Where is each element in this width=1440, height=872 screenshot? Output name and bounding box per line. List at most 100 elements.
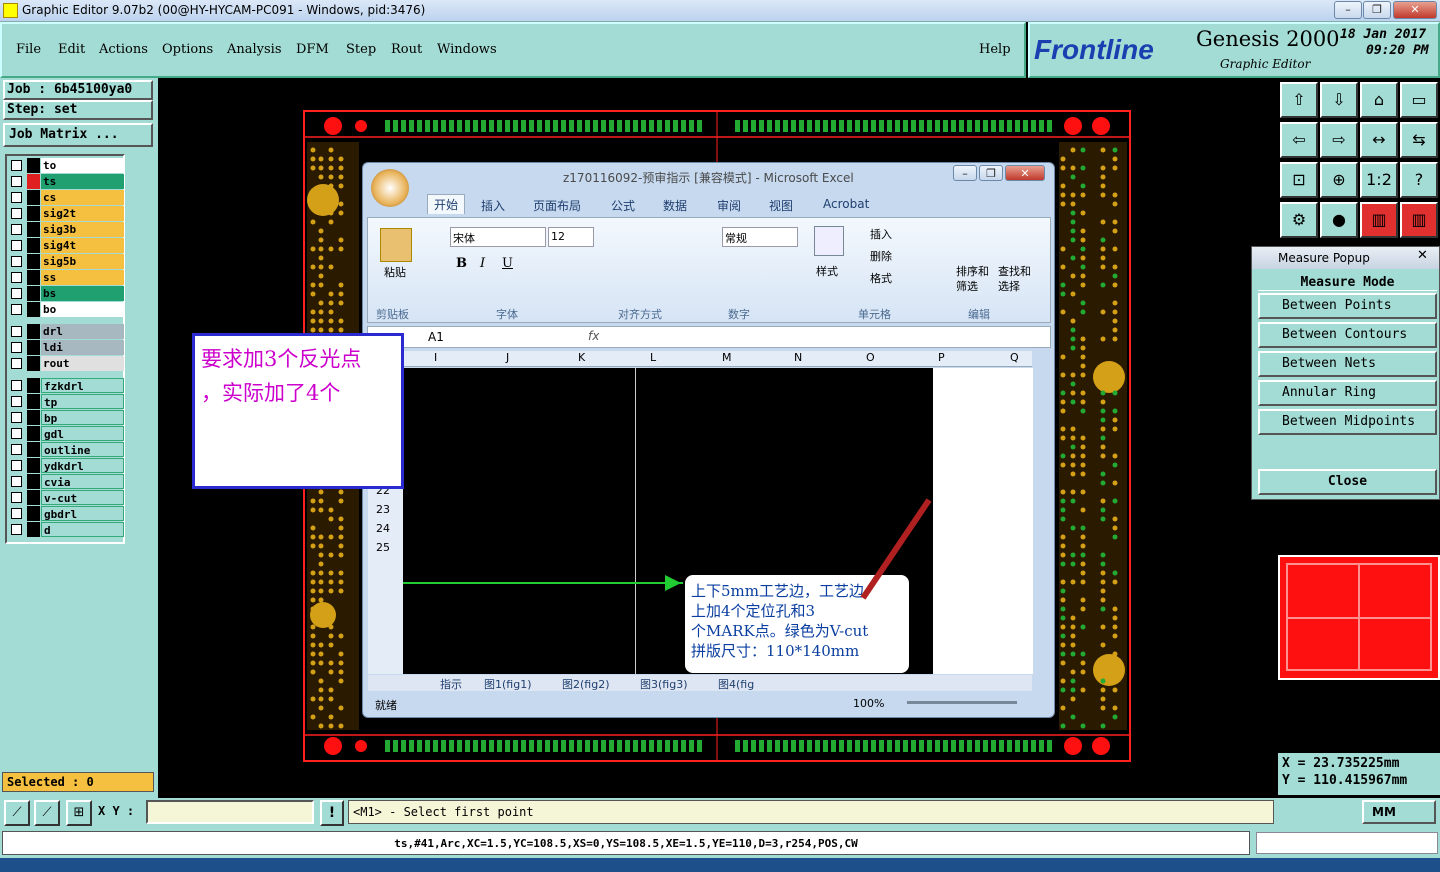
xy-input[interactable] bbox=[146, 800, 314, 824]
layer-checkbox[interactable] bbox=[11, 428, 22, 439]
toolbar-icon[interactable]: ⚙ bbox=[1280, 202, 1318, 238]
row-header[interactable]: 23 bbox=[376, 503, 390, 516]
find-select-button[interactable]: 查找和选择 bbox=[998, 264, 1034, 294]
layer-checkbox[interactable] bbox=[11, 460, 22, 471]
layer-checkbox[interactable] bbox=[11, 272, 22, 283]
sheet-tab[interactable]: 图1(fig1) bbox=[484, 676, 532, 692]
delete-cells-button[interactable]: 删除 bbox=[870, 248, 892, 264]
toolbar-icon[interactable]: ▥ bbox=[1400, 202, 1438, 238]
column-header[interactable]: L bbox=[650, 351, 656, 364]
zoom-slider[interactable] bbox=[907, 701, 1017, 704]
layer-row[interactable]: sig3b bbox=[9, 222, 124, 237]
layer-row[interactable]: gdl bbox=[9, 426, 124, 441]
row-header[interactable]: 25 bbox=[376, 541, 390, 554]
row-header[interactable]: 24 bbox=[376, 522, 390, 535]
paste-icon[interactable] bbox=[380, 228, 412, 262]
toolbar-icon[interactable]: ▭ bbox=[1400, 82, 1438, 118]
measure-option[interactable]: Between Contours bbox=[1258, 322, 1437, 348]
layer-row[interactable]: ts bbox=[9, 174, 124, 189]
insert-cells-button[interactable]: 插入 bbox=[870, 226, 892, 242]
sheet-grid[interactable] bbox=[933, 368, 1033, 674]
ribbon-tab[interactable]: 开始 bbox=[427, 194, 465, 214]
layer-row[interactable]: d bbox=[9, 522, 124, 537]
ribbon-tab[interactable]: 页面布局 bbox=[533, 197, 581, 214]
toolbar-icon[interactable]: ⊕ bbox=[1320, 162, 1358, 198]
toolbar-icon[interactable]: ▥ bbox=[1360, 202, 1398, 238]
ribbon-tab[interactable]: 插入 bbox=[481, 197, 505, 214]
sort-filter-button[interactable]: 排序和筛选 bbox=[956, 264, 992, 294]
layer-checkbox[interactable] bbox=[11, 288, 22, 299]
measure-option[interactable]: Annular Ring bbox=[1258, 380, 1437, 406]
measure-icon[interactable]: ⟋ bbox=[34, 800, 60, 826]
layer-row[interactable]: fzkdrl bbox=[9, 378, 124, 393]
layer-row[interactable]: bp bbox=[9, 410, 124, 425]
excel-restore-button[interactable]: ❐ bbox=[979, 165, 1003, 181]
layer-row[interactable]: tp bbox=[9, 394, 124, 409]
layer-row[interactable]: ss bbox=[9, 270, 124, 285]
column-header[interactable]: N bbox=[794, 351, 802, 364]
column-header[interactable]: I bbox=[434, 351, 437, 364]
toolbar-icon[interactable]: 1:2 bbox=[1360, 162, 1398, 198]
column-header[interactable]: M bbox=[722, 351, 732, 364]
ime-toolbar[interactable] bbox=[1256, 832, 1438, 854]
toolbar-icon[interactable]: ⇩ bbox=[1320, 82, 1358, 118]
fx-icon[interactable]: fx bbox=[588, 329, 599, 343]
italic-button[interactable]: I bbox=[480, 256, 485, 271]
restore-button[interactable]: ❐ bbox=[1363, 1, 1391, 19]
layer-checkbox[interactable] bbox=[11, 224, 22, 235]
layer-checkbox[interactable] bbox=[11, 326, 22, 337]
underline-button[interactable]: U bbox=[502, 256, 513, 271]
menu-step[interactable]: Step bbox=[346, 42, 376, 57]
column-header[interactable]: P bbox=[938, 351, 945, 364]
number-format-select[interactable]: 常规 bbox=[722, 227, 798, 247]
menu-analysis[interactable]: Analysis bbox=[227, 42, 282, 57]
layer-row[interactable]: outline bbox=[9, 442, 124, 457]
column-header[interactable]: J bbox=[506, 351, 509, 364]
layer-checkbox[interactable] bbox=[11, 492, 22, 503]
menu-rout[interactable]: Rout bbox=[391, 42, 422, 57]
layer-checkbox[interactable] bbox=[11, 476, 22, 487]
excel-window[interactable]: z170116092-预审指示 [兼容模式] - Microsoft Excel… bbox=[362, 162, 1055, 718]
layer-row[interactable]: v-cut bbox=[9, 490, 124, 505]
format-cells-button[interactable]: 格式 bbox=[870, 270, 892, 286]
ribbon-tab[interactable]: 数据 bbox=[663, 197, 687, 214]
snap-icon[interactable]: ⟋ bbox=[4, 800, 30, 826]
sheet-tab[interactable]: 图2(fig2) bbox=[562, 676, 610, 692]
layer-checkbox[interactable] bbox=[11, 358, 22, 369]
column-header[interactable]: Q bbox=[1010, 351, 1019, 364]
office-button[interactable] bbox=[371, 169, 409, 207]
layer-row[interactable]: bs bbox=[9, 286, 124, 301]
toolbar-icon[interactable]: ⇨ bbox=[1320, 122, 1358, 158]
measure-close-button[interactable]: Close bbox=[1258, 469, 1437, 495]
layer-checkbox[interactable] bbox=[11, 508, 22, 519]
close-window-button[interactable]: ✕ bbox=[1393, 1, 1437, 19]
layer-checkbox[interactable] bbox=[11, 412, 22, 423]
toolbar-icon[interactable]: ⊡ bbox=[1280, 162, 1318, 198]
layer-checkbox[interactable] bbox=[11, 396, 22, 407]
ribbon-tab[interactable]: 视图 bbox=[769, 197, 793, 214]
ribbon-tab[interactable]: 公式 bbox=[611, 197, 635, 214]
sheet-tab[interactable]: 指示 bbox=[440, 676, 462, 692]
column-header[interactable]: O bbox=[866, 351, 875, 364]
layer-row[interactable]: gbdrl bbox=[9, 506, 124, 521]
layer-row[interactable]: bo bbox=[9, 302, 124, 317]
menu-file[interactable]: File bbox=[16, 42, 41, 57]
menu-options[interactable]: Options bbox=[162, 42, 213, 57]
menu-windows[interactable]: Windows bbox=[437, 42, 497, 57]
layer-checkbox[interactable] bbox=[11, 240, 22, 251]
font-name-select[interactable]: 宋体 bbox=[450, 227, 546, 247]
menu-edit[interactable]: Edit bbox=[58, 42, 85, 57]
layer-checkbox[interactable] bbox=[11, 524, 22, 535]
toolbar-icon[interactable]: ⇦ bbox=[1280, 122, 1318, 158]
sheet-tab[interactable]: 图3(fig3) bbox=[640, 676, 688, 692]
bold-button[interactable]: B bbox=[456, 256, 467, 271]
layer-checkbox[interactable] bbox=[11, 304, 22, 315]
layer-checkbox[interactable] bbox=[11, 256, 22, 267]
column-header[interactable]: K bbox=[578, 351, 585, 364]
toolbar-icon[interactable]: ⇧ bbox=[1280, 82, 1318, 118]
toolbar-icon[interactable]: ⌂ bbox=[1360, 82, 1398, 118]
alert-icon[interactable]: ! bbox=[320, 800, 344, 826]
toolbar-icon[interactable]: ⇆ bbox=[1400, 122, 1438, 158]
job-matrix-button[interactable]: Job Matrix ... bbox=[3, 123, 153, 147]
toolbar-icon[interactable]: ? bbox=[1400, 162, 1438, 198]
